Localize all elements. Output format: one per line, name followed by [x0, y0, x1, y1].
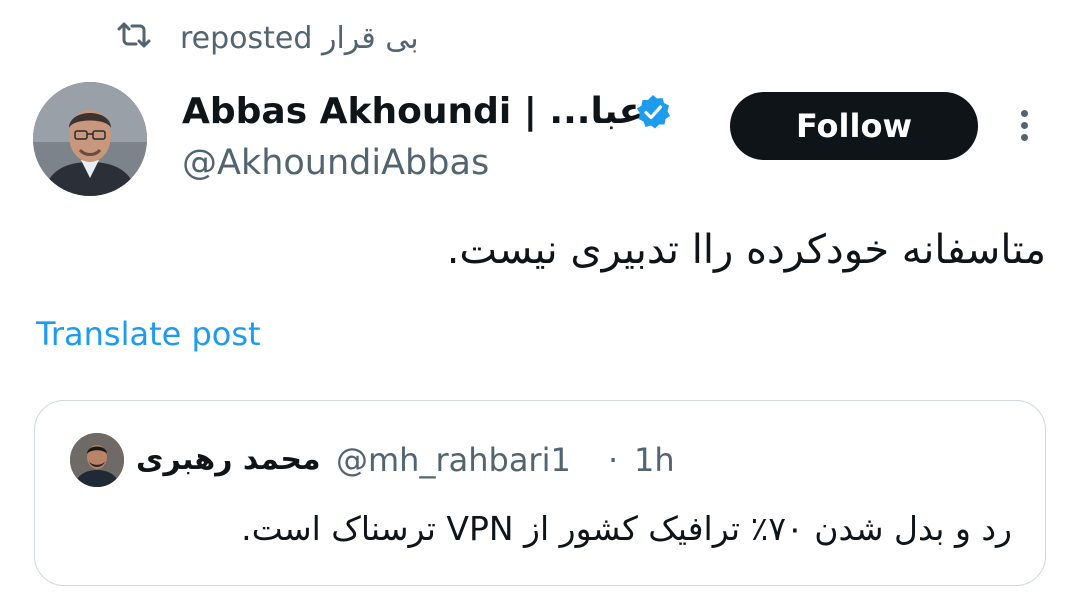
quoted-tweet-card[interactable] — [34, 400, 1046, 586]
more-vertical-icon[interactable] — [1010, 106, 1038, 148]
quoted-tweet-text: رد و بدل شدن ۷۰٪ ترافیک کشور از VPN ترسن… — [241, 509, 1012, 548]
follow-button[interactable]: Follow — [730, 92, 978, 160]
quoted-author-name[interactable]: محمد رهبری — [136, 440, 321, 480]
quoted-author-handle[interactable]: @mh_rahbari1 — [336, 438, 571, 482]
repost-icon — [116, 20, 152, 50]
author-handle[interactable]: @AkhoundiAbbas — [182, 141, 489, 185]
quoted-author-avatar — [70, 433, 124, 487]
translate-post-link[interactable]: Translate post — [36, 314, 261, 354]
author-display-name[interactable]: Abbas Akhoundi | ...عبا — [182, 90, 643, 134]
separator-dot: · — [608, 441, 619, 479]
tweet-text: متاسفانه خودکرده راا تدبیری نیست. — [446, 227, 1046, 273]
repost-label[interactable]: reposted بی قرار — [180, 20, 419, 58]
quoted-timestamp[interactable]: 1h — [634, 438, 675, 482]
author-avatar[interactable] — [33, 82, 147, 196]
verified-badge-icon — [634, 93, 672, 131]
